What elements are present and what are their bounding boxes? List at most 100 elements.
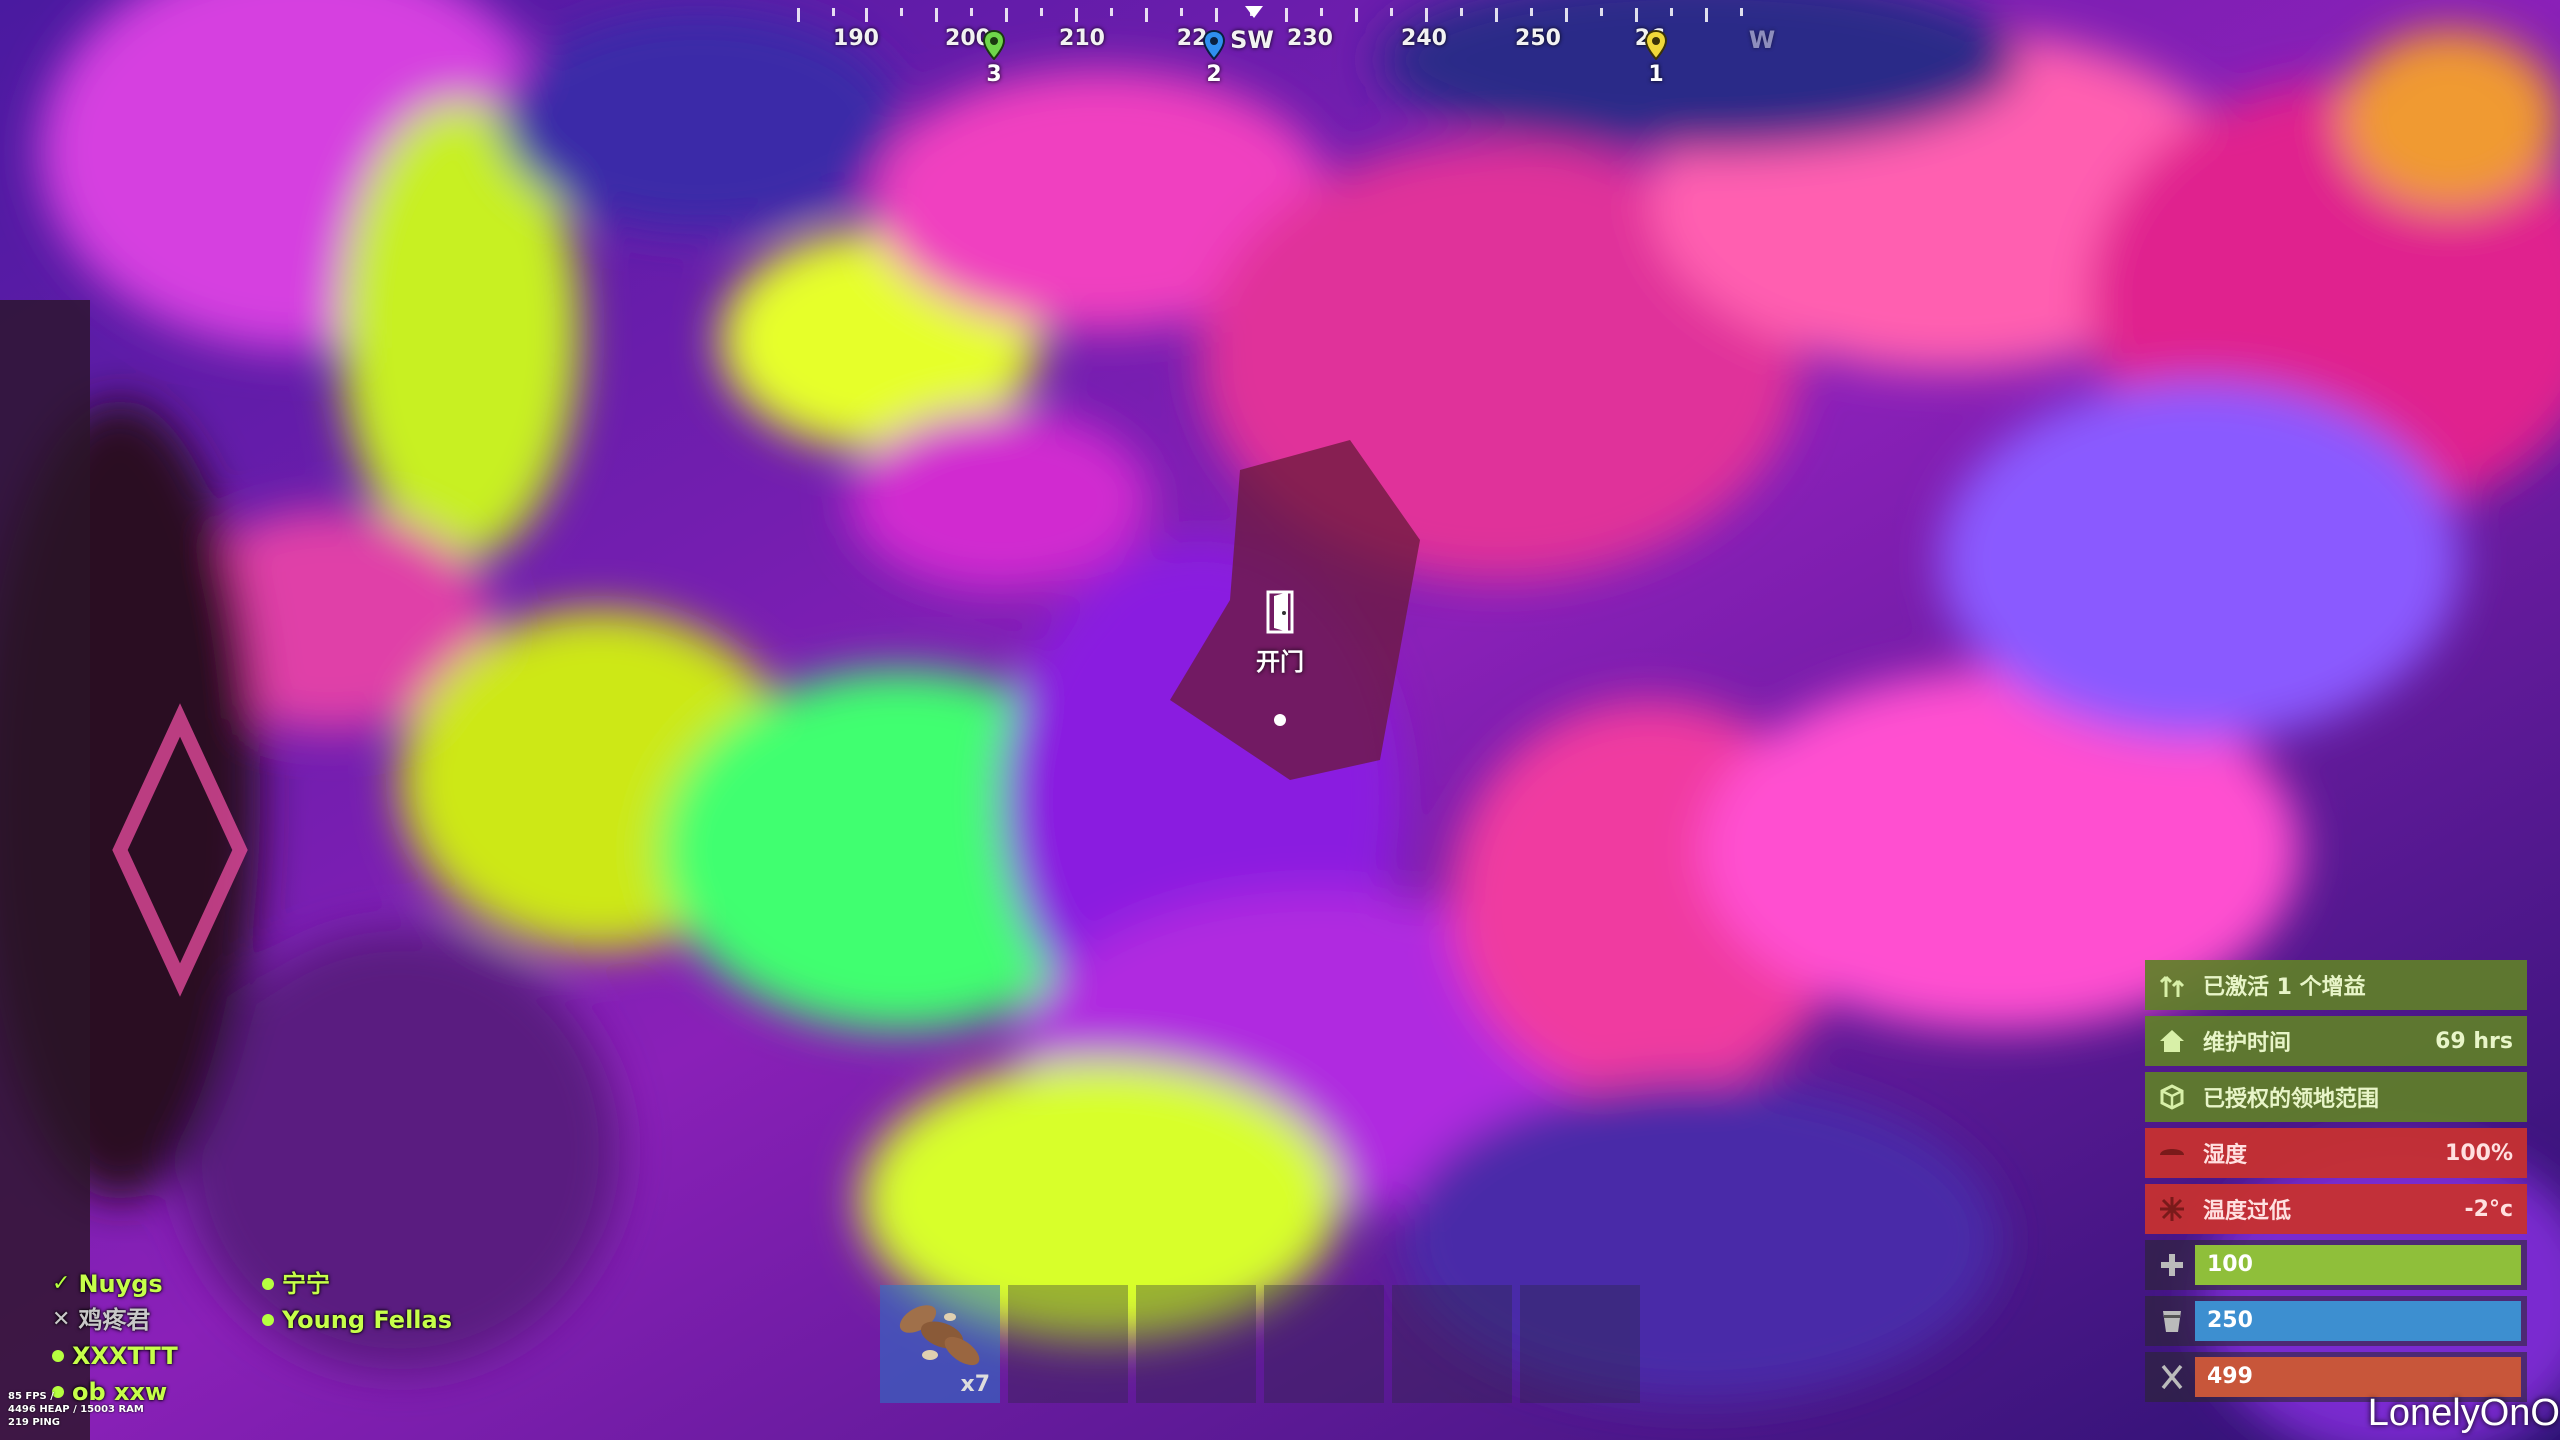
online-dot-icon [262,1278,274,1290]
house-icon [2155,1024,2189,1058]
status-text: 湿度 [2203,1143,2248,1168]
compass-label: 190 [833,26,879,51]
compass-tick [935,8,938,22]
team-member: ✕ 鸡疼君 [52,1302,178,1338]
status-text: 温度过低 [2203,1199,2292,1224]
status-value: 69 hrs [2435,1028,2513,1054]
compass-tick [1285,8,1288,22]
status-upkeep: 维护时间 69 hrs [2145,1016,2527,1066]
hotbar-slot-5[interactable] [1392,1285,1512,1403]
compass-tick [1040,8,1043,16]
team-member-name: XXXTTT [72,1342,178,1370]
map-marker-3: 3 [980,30,1008,87]
compass-tick [1215,8,1218,22]
team-member-name: 鸡疼君 [78,1306,151,1334]
memory-readout: 4496 HEAP / 15003 RAM [8,1404,144,1415]
compass-label-w: W [1748,26,1776,54]
compass-tick [970,8,973,16]
team-list-column-2: 宁宁 Young Fellas [262,1266,452,1338]
compass-tick [832,8,835,16]
compass-tick [1670,8,1673,16]
compass-label-sw: SW [1230,26,1274,54]
umbrella-icon [2155,1136,2189,1170]
boost-arrows-icon [2155,968,2189,1002]
fps-readout: 85 FPS / [8,1391,54,1402]
compass-label: 210 [1059,26,1105,51]
compass-tick [1460,8,1463,16]
compass-tick [1110,8,1113,16]
team-member: Young Fellas [262,1302,452,1338]
compass-tick [1005,8,1008,22]
interaction-prompt[interactable]: 开门 [1230,590,1330,677]
hydration-bar: 250 [2195,1301,2521,1341]
crate-icon [2155,1080,2189,1114]
hotbar-slot-3[interactable] [1136,1285,1256,1403]
map-pin-icon [1644,30,1668,60]
compass-tick [1390,8,1393,16]
hydration-value: 250 [2207,1308,2253,1333]
compass-tick [1075,8,1078,22]
online-dot-icon [262,1314,274,1326]
compass-tick [1565,8,1568,22]
compass-tick [1425,8,1428,22]
vital-health: 100 [2145,1240,2527,1290]
hotbar-slot-4[interactable] [1264,1285,1384,1403]
calories-bar: 499 [2195,1357,2521,1397]
map-marker-2: 2 [1200,30,1228,87]
team-member-name: Young Fellas [282,1306,453,1334]
performance-overlay: 85 FPS / 4496 HEAP / 15003 RAM 219 PING [8,1390,144,1429]
health-cross-icon [2155,1248,2189,1282]
crosshair [1274,714,1286,726]
map-marker-1: 1 [1642,30,1670,87]
health-value: 100 [2207,1252,2253,1277]
cross-icon: ✕ [52,1307,71,1332]
compass-tick [1180,8,1183,16]
map-pin-icon [1202,30,1226,60]
compass-bar: 190 200 210 22 SW 230 240 250 26 W 3 2 1 [780,0,1780,100]
ping-readout: 219 PING [8,1417,60,1428]
compass-label: 240 [1401,26,1447,51]
map-marker-number: 3 [986,62,1002,87]
map-marker-number: 1 [1648,62,1664,87]
team-member-name: 宁宁 [282,1270,330,1298]
interaction-label: 开门 [1256,648,1304,676]
compass-tick [1355,8,1358,22]
compass-tick [1635,8,1638,22]
compass-label: 250 [1515,26,1561,51]
map-pin-icon [982,30,1006,60]
status-boost: 已激活 1 个增益 [2145,960,2527,1010]
team-member: ✓ Nuygs [52,1266,178,1302]
hotbar-slot-2[interactable] [1008,1285,1128,1403]
team-member-name: Nuygs [78,1270,163,1298]
item-quantity: x7 [960,1372,991,1397]
hotbar-slot-6[interactable] [1520,1285,1640,1403]
health-bar: 100 [2195,1245,2521,1285]
compass-tick [1600,8,1603,16]
fork-knife-icon [2155,1360,2189,1394]
snowflake-icon [2155,1192,2189,1226]
status-cold: 温度过低 -2°c [2145,1184,2527,1234]
compass-tick [900,8,903,16]
team-list-column-1: ✓ Nuygs ✕ 鸡疼君 XXXTTT ob xxw [52,1266,178,1410]
compass-tick [1145,8,1148,22]
water-cup-icon [2155,1304,2189,1338]
status-text: 已授权的领地范围 [2203,1087,2380,1112]
status-text: 已激活 1 个增益 [2203,975,2366,1000]
compass-tick [865,8,868,22]
compass-tick [1320,8,1323,16]
check-icon: ✓ [52,1271,71,1296]
status-text: 维护时间 [2203,1031,2292,1056]
streamer-watermark: LonelyOnO [2367,1392,2560,1434]
compass-tick [1530,8,1533,16]
calories-value: 499 [2207,1364,2253,1389]
vital-hydration: 250 [2145,1296,2527,1346]
compass-tick [1495,8,1498,22]
hotbar-slot-1[interactable]: x7 [880,1285,1000,1403]
compass-tick [1705,8,1708,22]
status-value: -2°c [2464,1196,2513,1222]
hotbar: x7 [880,1285,1640,1403]
compass-label: 230 [1287,26,1333,51]
status-value: 100% [2445,1140,2513,1166]
online-dot-icon [52,1350,64,1362]
compass-tick [1740,8,1743,16]
